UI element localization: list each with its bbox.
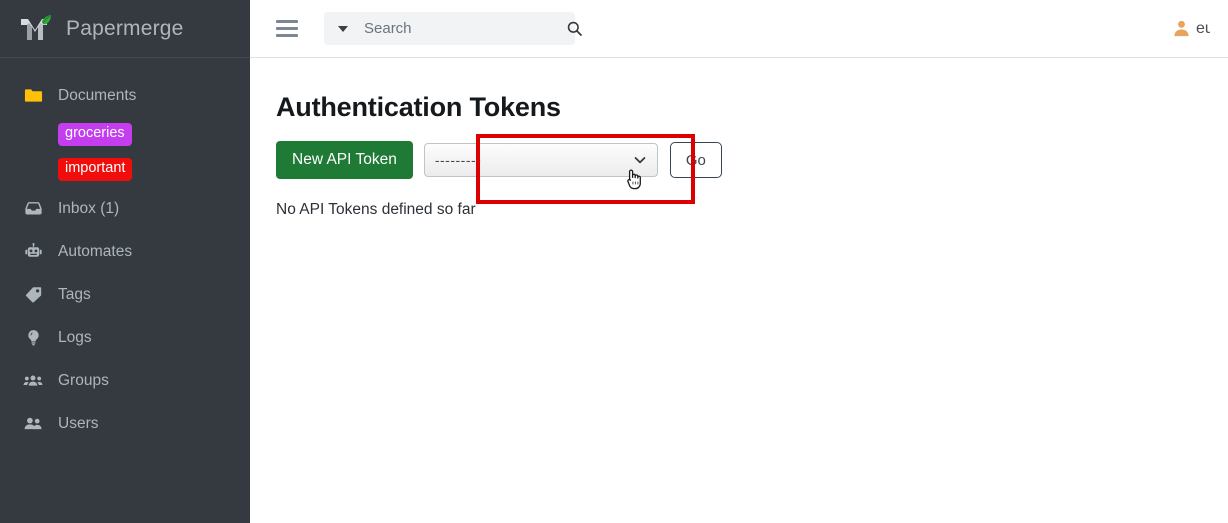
token-select[interactable]: --------- (423, 143, 658, 177)
folder-icon (22, 85, 44, 107)
user-menu[interactable]: eu (1172, 19, 1210, 38)
sidebar-item-inbox[interactable]: Inbox (1) (0, 187, 250, 230)
main-area: eu Authentication Tokens New API Token -… (250, 0, 1228, 523)
sidebar-item-label: Tags (58, 285, 91, 303)
sidebar-tag-row-groceries: groceries (0, 117, 250, 152)
sidebar-item-label: Users (58, 414, 99, 432)
user-avatar-icon (1172, 19, 1191, 38)
search-icon[interactable] (563, 18, 585, 40)
new-api-token-button[interactable]: New API Token (276, 141, 413, 179)
sidebar-item-users[interactable]: Users (0, 402, 250, 445)
sidebar-item-label: Logs (58, 328, 92, 346)
go-button[interactable]: Go (669, 142, 722, 178)
sidebar-item-tags[interactable]: Tags (0, 273, 250, 316)
token-select-value: --------- (434, 152, 482, 168)
tag-chip-important[interactable]: important (58, 158, 133, 181)
users-icon (22, 413, 44, 435)
sidebar-item-label: Groups (58, 371, 109, 389)
search-input[interactable] (354, 20, 563, 37)
app-root: Papermerge Documents groceries important (0, 0, 1228, 523)
content-area: Authentication Tokens New API Token ----… (250, 58, 1228, 219)
sidebar-item-label: Documents (58, 86, 137, 104)
search-bar (324, 12, 582, 45)
sidebar-tag-row-important: important (0, 152, 250, 187)
sidebar-item-documents[interactable]: Documents (0, 74, 250, 117)
hamburger-line (276, 20, 298, 23)
sidebar-item-groups[interactable]: Groups (0, 359, 250, 402)
sidebar: Papermerge Documents groceries important (0, 0, 250, 523)
sidebar-item-label: Inbox (1) (58, 199, 120, 217)
caret-down-glyph (338, 25, 348, 32)
sidebar-item-label: Automates (58, 242, 133, 260)
hamburger-line (276, 34, 298, 37)
chevron-down-icon (633, 153, 647, 167)
sidebar-nav: Documents groceries important Inbox (1) (0, 58, 250, 445)
brand-name: Papermerge (66, 16, 184, 40)
hamburger-icon[interactable] (276, 20, 298, 37)
hamburger-line (276, 27, 298, 30)
token-toolbar: New API Token --------- Go (276, 141, 1228, 179)
groups-icon (22, 370, 44, 392)
tag-chip-groceries[interactable]: groceries (58, 123, 132, 146)
page-title: Authentication Tokens (276, 92, 561, 122)
user-name-label: eu (1196, 19, 1210, 37)
sidebar-item-logs[interactable]: Logs (0, 316, 250, 359)
sidebar-item-automates[interactable]: Automates (0, 230, 250, 273)
lightbulb-icon (22, 327, 44, 349)
inbox-icon (22, 198, 44, 220)
caret-down-icon[interactable] (332, 12, 354, 45)
empty-state-message: No API Tokens defined so far (276, 201, 476, 218)
tag-icon (22, 284, 44, 306)
brand-header[interactable]: Papermerge (0, 0, 250, 58)
papermerge-m-leaf-logo-icon (16, 10, 54, 48)
robot-icon (22, 241, 44, 263)
top-bar: eu (250, 0, 1228, 58)
